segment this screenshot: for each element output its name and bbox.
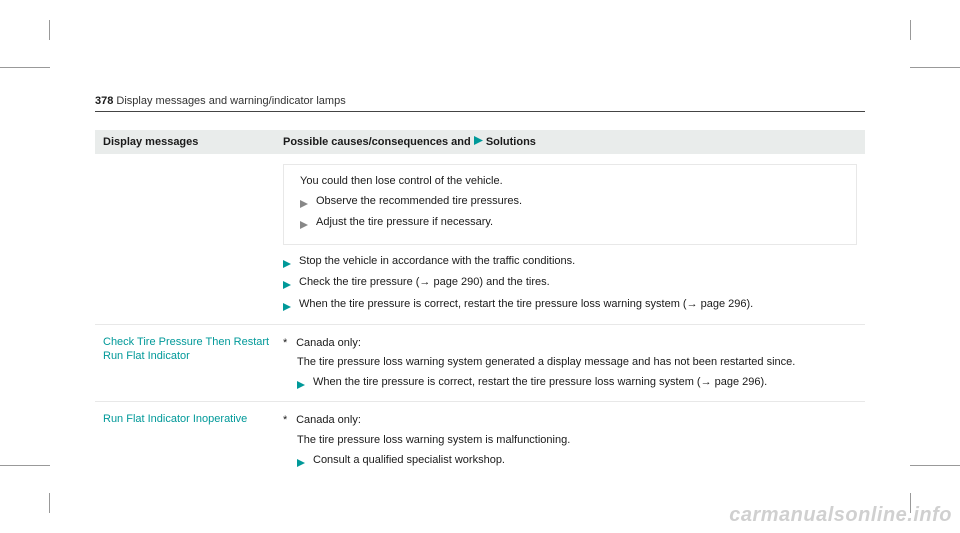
table-row: Check Tire Pressure Then Restart Run Fla… bbox=[95, 325, 865, 403]
page-number: 378 bbox=[95, 95, 113, 107]
triangle-right-icon bbox=[283, 300, 291, 318]
action-text: Consult a qualified specialist workshop. bbox=[313, 452, 505, 470]
table-row: Run Flat Indicator Inoperative * Canada … bbox=[95, 402, 865, 479]
note-line: * Canada only: bbox=[283, 335, 857, 353]
action-item: When the tire pressure is correct, resta… bbox=[283, 374, 857, 396]
page-content: 378 Display messages and warning/indicat… bbox=[0, 0, 960, 479]
action-text: Stop the vehicle in accordance with the … bbox=[299, 253, 575, 271]
action-item: When the tire pressure is correct, resta… bbox=[283, 296, 857, 318]
message-cell: Run Flat Indicator Inoperative bbox=[103, 412, 283, 473]
warning-text: You could then lose control of the vehic… bbox=[300, 173, 844, 191]
message-cell: Check Tire Pressure Then Restart Run Fla… bbox=[103, 335, 283, 396]
action-text: Adjust the tire pressure if necessary. bbox=[316, 214, 493, 232]
crop-mark-top-right bbox=[910, 40, 960, 68]
warning-box: You could then lose control of the vehic… bbox=[283, 164, 857, 245]
note-text: Canada only: bbox=[296, 337, 361, 349]
crop-mark-bottom-right bbox=[910, 465, 960, 493]
triangle-right-icon bbox=[283, 257, 291, 275]
asterisk-icon: * bbox=[283, 412, 293, 430]
action-item: Observe the recommended tire pressures. bbox=[300, 193, 844, 215]
crop-mark-bottom-left bbox=[0, 465, 50, 493]
asterisk-icon: * bbox=[283, 335, 293, 353]
table-row: You could then lose control of the vehic… bbox=[95, 154, 865, 325]
table-header-col2: Possible causes/consequences and Solutio… bbox=[283, 136, 857, 148]
header-col2-suffix: Solutions bbox=[486, 136, 536, 148]
solution-cell: * Canada only: The tire pressure loss wa… bbox=[283, 412, 857, 473]
action-text: When the tire pressure is correct, resta… bbox=[313, 374, 767, 392]
action-text: Check the tire pressure (→ page 290) and… bbox=[299, 274, 550, 292]
triangle-right-icon bbox=[300, 218, 308, 236]
triangle-right-icon bbox=[283, 278, 291, 296]
solution-cell: * Canada only: The tire pressure loss wa… bbox=[283, 335, 857, 396]
action-item: Check the tire pressure (→ page 290) and… bbox=[283, 274, 857, 296]
action-text: When the tire pressure is correct, resta… bbox=[299, 296, 753, 314]
triangle-right-icon bbox=[300, 197, 308, 215]
action-item: Consult a qualified specialist workshop. bbox=[283, 452, 857, 474]
header-col2-prefix: Possible causes/consequences and bbox=[283, 136, 474, 148]
body-text: The tire pressure loss warning system is… bbox=[283, 432, 857, 450]
triangle-right-icon bbox=[297, 378, 305, 396]
body-text: The tire pressure loss warning system ge… bbox=[283, 354, 857, 372]
page-header: 378 Display messages and warning/indicat… bbox=[95, 95, 865, 112]
messages-table: Display messages Possible causes/consequ… bbox=[95, 130, 865, 479]
note-text: Canada only: bbox=[296, 414, 361, 426]
triangle-right-icon bbox=[474, 136, 483, 148]
action-text: Observe the recommended tire pressures. bbox=[316, 193, 522, 211]
section-title: Display messages and warning/indicator l… bbox=[116, 95, 345, 107]
action-item: Adjust the tire pressure if necessary. bbox=[300, 214, 844, 236]
note-line: * Canada only: bbox=[283, 412, 857, 430]
crop-mark-top-left bbox=[0, 40, 50, 68]
watermark-text: carmanualsonline.info bbox=[729, 504, 952, 527]
table-header-col1: Display messages bbox=[103, 136, 283, 148]
triangle-right-icon bbox=[297, 456, 305, 474]
solution-cell: You could then lose control of the vehic… bbox=[283, 164, 857, 318]
message-cell bbox=[103, 164, 283, 318]
action-item: Stop the vehicle in accordance with the … bbox=[283, 253, 857, 275]
table-header-row: Display messages Possible causes/consequ… bbox=[95, 130, 865, 154]
